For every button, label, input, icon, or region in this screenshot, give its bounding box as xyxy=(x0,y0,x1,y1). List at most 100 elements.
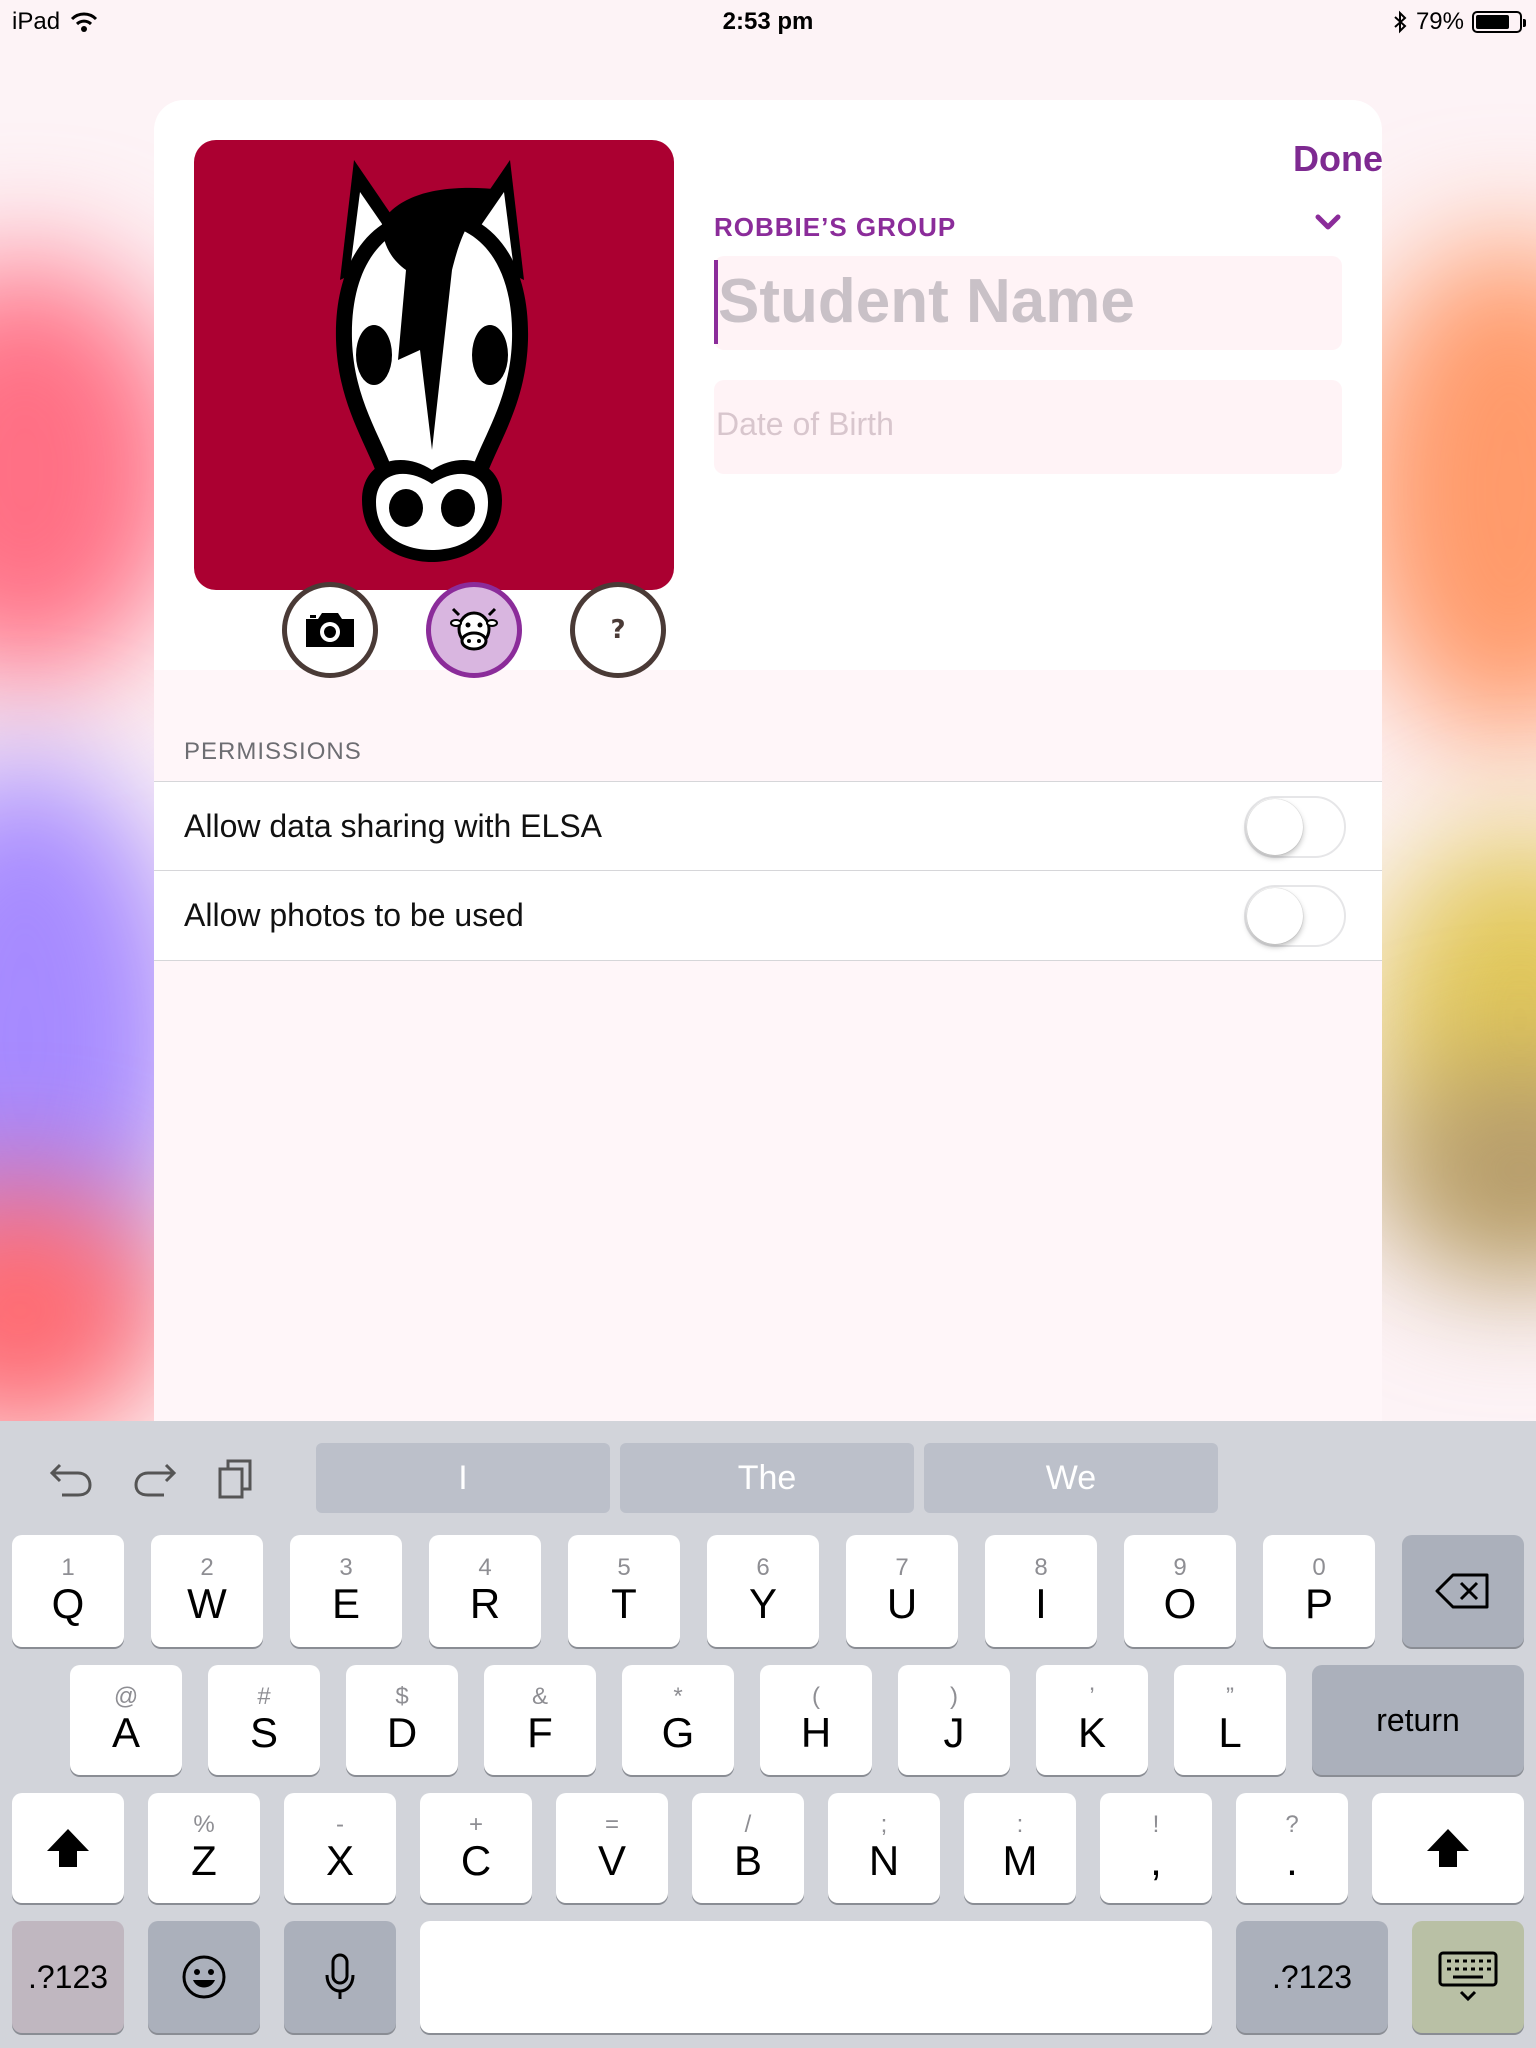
key-row3-6[interactable]: :M xyxy=(964,1793,1076,1903)
key-row3-2[interactable]: + C xyxy=(420,1793,532,1903)
key-secondary-label: ) xyxy=(950,1683,958,1710)
key-secondary-label: = xyxy=(604,1811,619,1838)
permission-row-photos: Allow photos to be used xyxy=(154,870,1382,961)
undo-icon[interactable] xyxy=(48,1457,94,1497)
key-secondary-label: 4 xyxy=(478,1554,492,1581)
key-row2-1[interactable]: # S xyxy=(208,1665,320,1775)
suggestion-2[interactable]: The xyxy=(620,1443,914,1513)
delete-key[interactable] xyxy=(1402,1535,1524,1647)
key-secondary-label: ” xyxy=(1226,1683,1234,1710)
key-row1-5[interactable]: 6Y xyxy=(707,1535,819,1647)
key-row3-4[interactable]: / B xyxy=(692,1793,804,1903)
key-secondary-label: # xyxy=(257,1683,271,1710)
key-label: O xyxy=(1163,1580,1197,1627)
student-name-input[interactable]: Student Name xyxy=(714,256,1342,350)
key-secondary-label: : xyxy=(1016,1811,1024,1838)
key-row1-1[interactable]: 2W xyxy=(151,1535,263,1647)
student-name-placeholder: Student Name xyxy=(718,267,1135,336)
dictation-key[interactable] xyxy=(284,1921,396,2033)
key-label: H xyxy=(800,1709,832,1756)
on-screen-keyboard: I The We 1Q2W3E4R5T6Y7U8I9O0P @ A # S $ D & F * G… xyxy=(0,1421,1536,2048)
date-of-birth-placeholder: Date of Birth xyxy=(716,406,894,442)
key-label: W xyxy=(187,1580,227,1627)
redo-icon[interactable] xyxy=(132,1457,178,1497)
key-secondary-label: ( xyxy=(812,1683,820,1710)
data-sharing-toggle[interactable] xyxy=(1244,796,1346,858)
return-key[interactable]: return xyxy=(1312,1665,1524,1775)
key-secondary-label: * xyxy=(673,1683,683,1710)
emoji-key[interactable] xyxy=(148,1921,260,2033)
key-label: U xyxy=(886,1580,918,1627)
key-row3-0[interactable]: % Z xyxy=(148,1793,260,1903)
key-label: Z xyxy=(191,1837,217,1884)
key-row1-2[interactable]: 3E xyxy=(290,1535,402,1647)
shift-key-right[interactable] xyxy=(1372,1793,1524,1903)
microphone-icon xyxy=(325,1953,355,1999)
key-row2-0[interactable]: @ A xyxy=(70,1665,182,1775)
paste-icon[interactable] xyxy=(216,1457,256,1499)
key-label: K xyxy=(1077,1709,1106,1756)
key-row1-4[interactable]: 5T xyxy=(568,1535,680,1647)
cow-icon xyxy=(450,607,498,651)
clock: 2:53 pm xyxy=(722,8,814,35)
key-row1-3[interactable]: 4R xyxy=(429,1535,541,1647)
key-label: C xyxy=(460,1837,492,1884)
help-button[interactable]: ? xyxy=(570,582,666,678)
shift-icon xyxy=(1427,1829,1469,1867)
key-row1-7[interactable]: 8I xyxy=(985,1535,1097,1647)
key-secondary-label: 8 xyxy=(1034,1554,1048,1581)
key-secondary-label: 1 xyxy=(61,1554,75,1581)
numbers-label: .?123 xyxy=(1271,1959,1353,1995)
done-button[interactable]: Done xyxy=(1293,138,1382,180)
key-secondary-label: ; xyxy=(880,1811,888,1838)
zebra-avatar-icon xyxy=(335,160,529,562)
chevron-down-icon[interactable] xyxy=(1314,212,1342,232)
key-row1-9[interactable]: 0P xyxy=(1263,1535,1375,1647)
photos-toggle[interactable] xyxy=(1244,885,1346,947)
key-label: T xyxy=(611,1580,637,1627)
space-bar[interactable] xyxy=(420,1921,1212,2033)
key-row2-6[interactable]: ) J xyxy=(898,1665,1010,1775)
key-secondary-label: % xyxy=(193,1811,215,1838)
key-label: A xyxy=(111,1709,140,1756)
key-label: F xyxy=(527,1709,553,1756)
group-selector[interactable]: ROBBIE’S GROUP xyxy=(714,212,956,243)
student-avatar[interactable]: ? xyxy=(194,140,674,678)
status-bar: iPad 2:53 pm 79% xyxy=(0,0,1536,42)
key-row1-8[interactable]: 9O xyxy=(1124,1535,1236,1647)
key-secondary-label: 3 xyxy=(339,1554,353,1581)
key-row3-8[interactable]: ?. xyxy=(1236,1793,1348,1903)
key-row2-4[interactable]: * G xyxy=(622,1665,734,1775)
key-row3-3[interactable]: = V xyxy=(556,1793,668,1903)
key-row2-3[interactable]: & F xyxy=(484,1665,596,1775)
dismiss-keyboard-key[interactable] xyxy=(1412,1921,1524,2033)
date-of-birth-input[interactable]: Date of Birth xyxy=(714,380,1342,474)
key-row2-2[interactable]: $ D xyxy=(346,1665,458,1775)
key-row2-7[interactable]: ’ K xyxy=(1036,1665,1148,1775)
suggestion-3[interactable]: We xyxy=(924,1443,1218,1513)
camera-button[interactable] xyxy=(282,582,378,678)
key-label: D xyxy=(386,1709,418,1756)
key-row1-6[interactable]: 7U xyxy=(846,1535,958,1647)
key-secondary-label: ? xyxy=(1285,1811,1299,1838)
bluetooth-icon xyxy=(1394,10,1407,34)
key-label: E xyxy=(331,1580,360,1627)
key-row3-1[interactable]: -X xyxy=(284,1793,396,1903)
key-row3-5[interactable]: ; N xyxy=(828,1793,940,1903)
key-row2-8[interactable]: ” L xyxy=(1174,1665,1286,1775)
key-row3-7[interactable]: !, xyxy=(1100,1793,1212,1903)
numbers-key-left[interactable]: .?123 xyxy=(12,1921,124,2033)
key-label: L xyxy=(1218,1709,1242,1756)
key-row1-0[interactable]: 1Q xyxy=(12,1535,124,1647)
suggestion-1[interactable]: I xyxy=(316,1443,610,1513)
key-label: R xyxy=(469,1580,501,1627)
key-secondary-label: @ xyxy=(113,1683,139,1710)
animal-avatar-button[interactable] xyxy=(426,582,522,678)
shift-key-left[interactable] xyxy=(12,1793,124,1903)
key-secondary-label: + xyxy=(468,1811,483,1838)
key-secondary-label: 2 xyxy=(200,1554,214,1581)
key-label: J xyxy=(943,1709,965,1756)
key-row2-5[interactable]: (H xyxy=(760,1665,872,1775)
numbers-key-right[interactable]: .?123 xyxy=(1236,1921,1388,2033)
permissions-header: PERMISSIONS xyxy=(184,738,362,765)
